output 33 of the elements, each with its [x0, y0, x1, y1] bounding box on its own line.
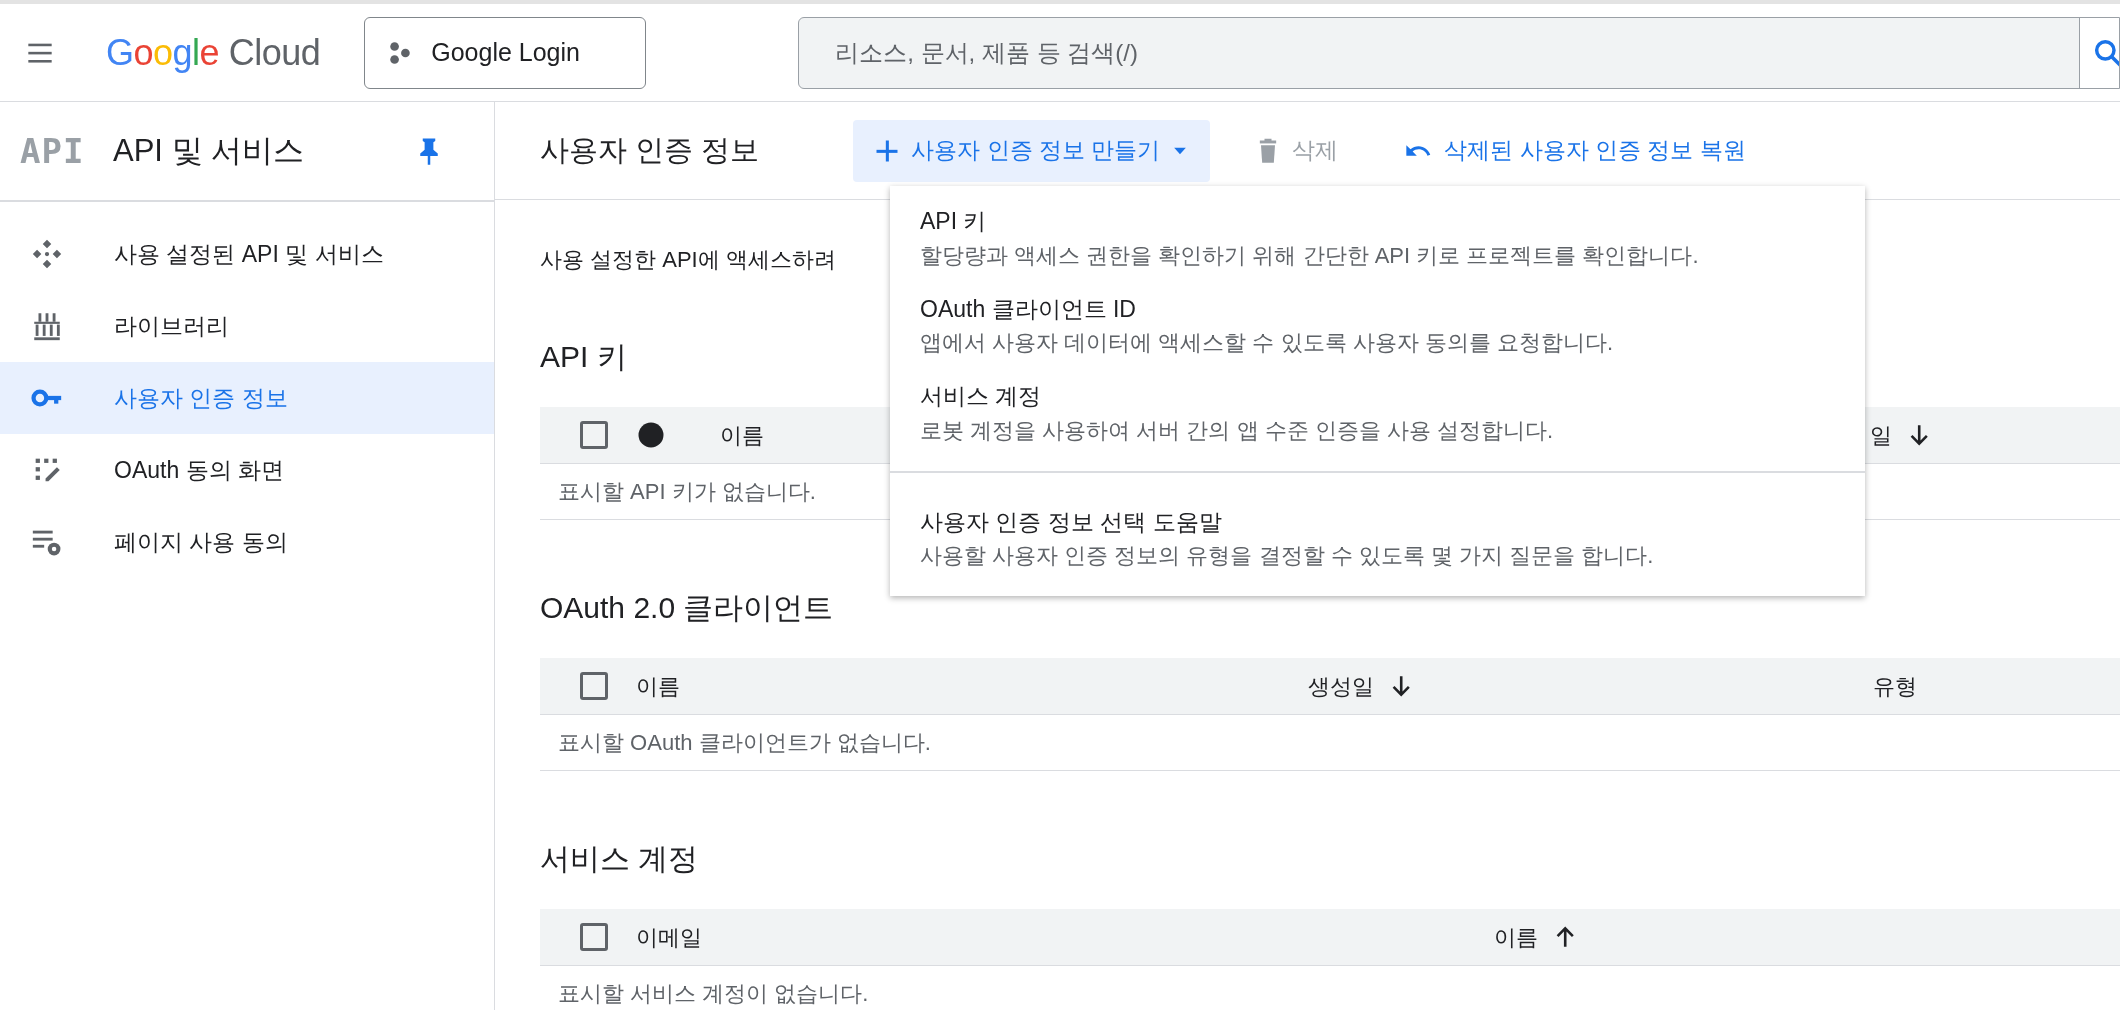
column-header[interactable]: 일	[1870, 418, 1892, 452]
menu-item[interactable]: API 키 할당량과 액세스 권한을 확인하기 위해 간단한 API 키로 프로젝트를 확인합니다.	[890, 194, 1865, 282]
column-header[interactable]: 유형	[1873, 669, 1917, 703]
column-header[interactable]: 이메일	[636, 920, 702, 954]
sidebar-item[interactable]: 라이브러리	[0, 290, 494, 362]
intro-text: 사용 설정한 API에 액세스하려	[540, 246, 836, 274]
section-heading: OAuth 2.0 클라이언트	[540, 590, 834, 626]
section-heading: API 키	[540, 339, 627, 375]
dot-icon	[636, 420, 666, 450]
api-icon: API	[20, 125, 113, 177]
page-title: 사용자 인증 정보	[540, 132, 760, 168]
sidebar-item[interactable]: OAuth 동의 화면	[0, 434, 494, 506]
column-header[interactable]: 이름	[720, 418, 764, 452]
sidebar-item[interactable]: 사용자 인증 정보	[0, 362, 494, 434]
column-header[interactable]: 이름	[1494, 920, 1538, 954]
diamond-grid-icon	[30, 237, 64, 271]
sidebar-item[interactable]: 페이지 사용 동의	[0, 506, 494, 578]
checkbox[interactable]	[580, 672, 608, 700]
sidebar-item[interactable]: 사용 설정된 API 및 서비스	[0, 218, 494, 290]
section-heading: 서비스 계정	[540, 841, 699, 877]
menu-item[interactable]: 서비스 계정 로봇 계정을 사용하여 서버 간의 앱 수준 인증을 사용 설정합니다.	[890, 369, 1865, 457]
column-header[interactable]: 이름	[636, 669, 680, 703]
sidebar-title: API 및 서비스	[113, 131, 306, 170]
column-header[interactable]: 생성일	[1308, 669, 1374, 703]
menu-item[interactable]: OAuth 클라이언트 ID 앱에서 사용자 데이터에 액세스할 수 있도록 사용자 동의를 요청합니다.	[890, 281, 1865, 369]
checkbox[interactable]	[580, 421, 608, 449]
empty-message: 표시할 서비스 계정이 없습니다.	[540, 966, 2120, 1010]
create-credentials-button[interactable]: 사용자 인증 정보 만들기	[853, 119, 1211, 182]
checkbox[interactable]	[580, 923, 608, 951]
logo: Google Cloud	[106, 30, 321, 75]
project-button[interactable]: Google Login	[364, 16, 647, 89]
restore-button[interactable]: 삭제된 사용자 인증 정보 복원	[1382, 119, 1766, 182]
empty-message: 표시할 OAuth 클라이언트가 없습니다.	[540, 715, 2120, 771]
